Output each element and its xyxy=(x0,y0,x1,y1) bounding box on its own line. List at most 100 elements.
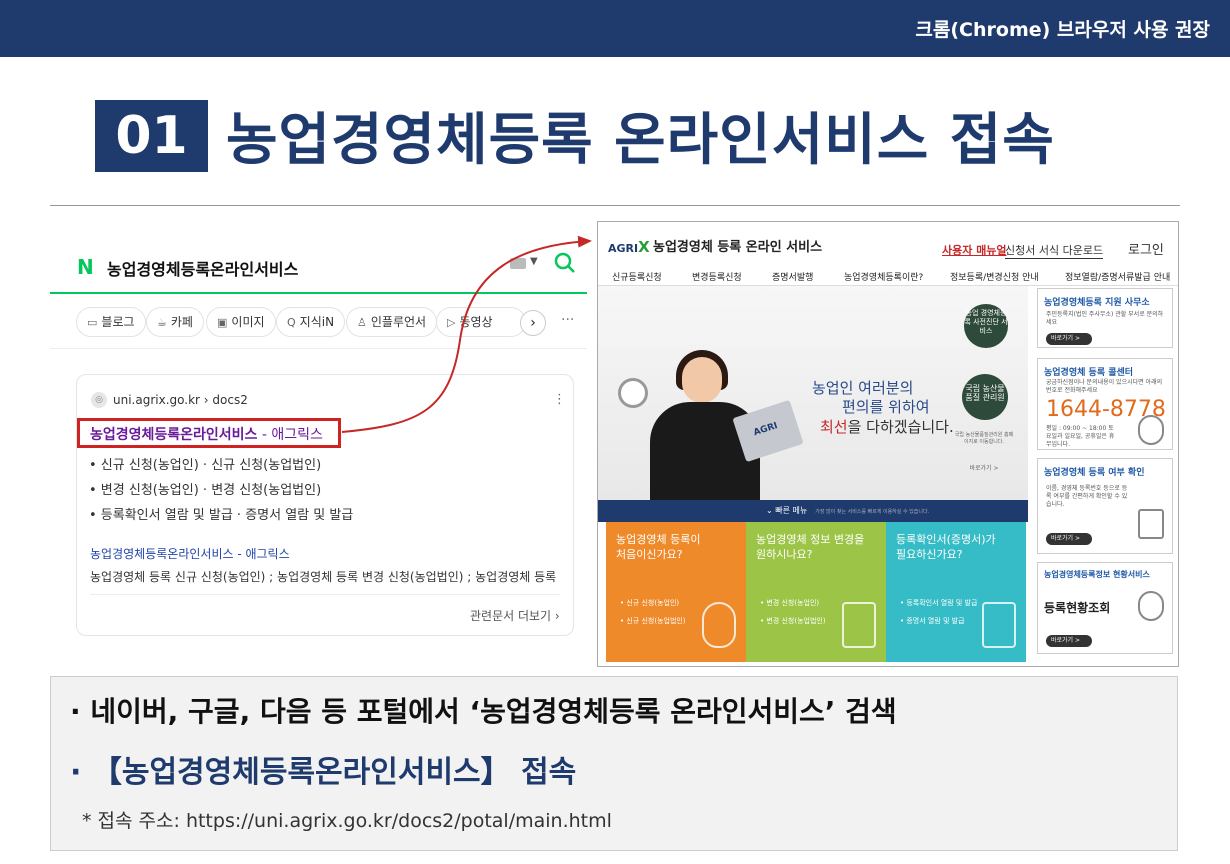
slogan-rest: 을 다하겠습니다. xyxy=(847,418,954,436)
laptop-logo: AGRI xyxy=(752,421,780,439)
top-banner: 크롬(Chrome) 브라우저 사용 권장 xyxy=(0,0,1230,57)
quick-panel-new[interactable]: 농업경영체 등록이 처음이신가요? • 신규 신청(농업인) • 신규 신청(농… xyxy=(606,522,746,662)
divider xyxy=(50,205,1180,206)
support-office-box: 농업경영체등록 지원 사무소 주민등록지(법인 주사무소) 관할 부서로 문의하… xyxy=(1037,288,1173,348)
hero-person-face xyxy=(682,357,722,403)
agrix-website: AGRIX 농업경영체 등록 온라인 서비스 사용자 매뉴얼 신청서 서식 다운… xyxy=(597,221,1179,667)
result-url[interactable]: uni.agrix.go.kr › docs2 xyxy=(113,393,248,407)
go-button[interactable]: 바로가기 > xyxy=(1046,333,1092,345)
tab-images[interactable]: ▣ 이미지 xyxy=(206,307,276,337)
site-name[interactable]: 농업경영체 등록 온라인 서비스 xyxy=(653,236,822,255)
panel-link[interactable]: • 신규 신청(농업인) xyxy=(620,598,679,608)
search-underline xyxy=(50,292,587,294)
tab-video[interactable]: ▷ 동영상 xyxy=(436,307,526,337)
panel-heading: 필요하신가요? xyxy=(896,548,963,561)
panel-link[interactable]: • 신규 신청(농업법인) xyxy=(620,616,686,626)
quick-menu-desc: 가장 많이 찾는 서비스를 빠르게 이용하실 수 있습니다. xyxy=(815,509,930,515)
support-office-desc: 주민등록지(법인 주사무소) 관할 부서로 문의하세요 xyxy=(1046,311,1164,326)
tab-cafe[interactable]: ☕ 카페 xyxy=(146,307,204,337)
document-check-icon xyxy=(1138,509,1164,539)
agrix-logo-x: X xyxy=(638,238,650,256)
clock-icon xyxy=(618,378,648,408)
play-icon: ▷ xyxy=(447,316,456,329)
step-number: 01 xyxy=(95,100,208,172)
menu-item[interactable]: 변경등록신청 xyxy=(692,270,742,283)
slogan: 편의를 위하여 xyxy=(842,398,930,416)
search-icon[interactable] xyxy=(554,252,576,280)
keyboard-icon[interactable] xyxy=(510,258,526,269)
chevron-down-icon[interactable]: ▼ xyxy=(530,256,538,267)
tab-kin[interactable]: Q 지식iN xyxy=(276,307,346,337)
image-icon: ▣ xyxy=(217,316,228,329)
agrix-logo[interactable]: AGRIX xyxy=(608,238,650,256)
instruction-search: · 네이버, 구글, 다음 등 포털에서 ‘농업경영체등록 온라인서비스’ 검색 xyxy=(70,695,897,728)
q-icon: Q xyxy=(287,316,296,329)
tab-label: 동영상 xyxy=(459,315,493,329)
quick-panel-change[interactable]: 농업경영체 정보 변경을 원하시나요? • 변경 신청(농업인) • 변경 신청… xyxy=(746,522,886,662)
user-manual-link[interactable]: 사용자 매뉴얼 xyxy=(942,242,1007,258)
next-tabs-button[interactable]: › xyxy=(520,310,546,336)
related-result-title[interactable]: 농업경영체등록온라인서비스 - 애그릭스 xyxy=(90,545,290,562)
slogan-highlight: 최선 xyxy=(820,418,848,436)
agrix-logo-text: AGRI xyxy=(608,242,639,255)
menu-item[interactable]: 신규등록신청 xyxy=(612,270,662,283)
quick-menu-bar: ⌄ 빠른 메뉴 가장 많이 찾는 서비스를 빠르게 이용하실 수 있습니다. xyxy=(598,500,1028,522)
tab-blog[interactable]: ▭ 블로그 xyxy=(76,307,146,337)
blog-icon: ▭ xyxy=(87,316,98,329)
naqs-more-link[interactable]: 바로가기 > xyxy=(954,465,1014,472)
highlight-box xyxy=(77,418,341,448)
more-icon[interactable]: ··· xyxy=(561,312,574,328)
panel-link[interactable]: • 변경 신청(농업인) xyxy=(760,598,819,608)
kebab-menu-icon[interactable]: ⋮ xyxy=(553,392,566,407)
quick-menu-title: 빠른 메뉴 xyxy=(775,506,808,515)
support-office-title: 농업경영체등록 지원 사무소 xyxy=(1044,298,1150,308)
pre-diagnosis-button[interactable]: 농업 경영체등록 사전진단 서비스 xyxy=(964,304,1008,348)
go-button[interactable]: 바로가기 > xyxy=(1046,635,1092,647)
panel-heading: 원하시나요? xyxy=(756,548,813,561)
panel-link[interactable]: • 변경 신청(농업법인) xyxy=(760,616,826,626)
access-address: * 접속 주소: https://uni.agrix.go.kr/docs2/p… xyxy=(82,810,612,832)
tab-label: 블로그 xyxy=(101,315,135,329)
search-query[interactable]: 농업경영체등록온라인서비스 xyxy=(107,256,298,280)
related-docs-link[interactable]: 관련문서 더보기 › xyxy=(470,607,560,624)
panel-link[interactable]: • 증명서 열람 및 발급 xyxy=(900,616,965,626)
instruction-access: · 【농업경영체등록온라인서비스】 접속 xyxy=(70,755,577,790)
result-sitelink[interactable]: • 신규 신청(농업인) · 신규 신청(농업법인) xyxy=(89,454,321,473)
tab-influencer[interactable]: ♙ 인플루언서 xyxy=(346,307,438,337)
panel-link[interactable]: • 등록확인서 열람 및 발급 xyxy=(900,598,977,608)
tab-label: 인플루언서 xyxy=(370,315,427,329)
menu-item[interactable]: 농업경영체등록이란? xyxy=(844,270,923,283)
go-button[interactable]: 바로가기 > xyxy=(1046,533,1092,545)
login-link[interactable]: 로그인 xyxy=(1128,239,1164,258)
divider xyxy=(90,594,560,595)
tab-label: 지식iN xyxy=(299,315,335,329)
result-sitelink[interactable]: • 변경 신청(농업인) · 변경 신청(농업법인) xyxy=(89,479,321,498)
globe-icon: ◎ xyxy=(91,392,107,408)
slogan: 최선을 다하겠습니다. xyxy=(820,416,954,437)
naqs-note: 국립 농산물품질관리원 홈페이지로 이동합니다. xyxy=(954,432,1014,445)
mouse-icon xyxy=(702,602,736,648)
status-lookup-label[interactable]: 등록현황조회 xyxy=(1044,599,1110,616)
call-center-box: 농업경영체 등록 콜센터 궁금하신점이나 문의내용이 있으시다면 아래의 번호로… xyxy=(1037,358,1173,450)
person-icon: ♙ xyxy=(357,316,367,329)
page-title: 농업경영체등록 온라인서비스 접속 xyxy=(226,108,1055,173)
slogan: 농업인 여러분의 xyxy=(812,379,914,397)
panel-heading: 농업경영체 정보 변경을 xyxy=(756,533,865,546)
forms-download-link[interactable]: 신청서 서식 다운로드 xyxy=(1005,242,1104,259)
call-center-desc: 궁금하신점이나 문의내용이 있으시다면 아래의 번호로 전화해주세요 xyxy=(1046,379,1163,394)
menu-item[interactable]: 정보등록/변경신청 안내 xyxy=(950,270,1039,283)
status-service-title: 농업경영체등록정보 현황서비스 xyxy=(1044,570,1150,579)
quick-panel-certificate[interactable]: 등록확인서(증명서)가 필요하신가요? • 등록확인서 열람 및 발급 • 증명… xyxy=(886,522,1026,662)
menu-item[interactable]: 정보열람/증명서류발급 안내 xyxy=(1065,270,1170,283)
naver-logo[interactable]: N xyxy=(77,255,94,279)
result-sitelink[interactable]: • 등록확인서 열람 및 발급 · 증명서 열람 및 발급 xyxy=(89,504,353,523)
panel-heading: 농업경영체 등록이 xyxy=(616,533,701,546)
cafe-icon: ☕ xyxy=(157,316,167,329)
divider xyxy=(50,348,587,349)
panel-heading: 처음이신가요? xyxy=(616,548,683,561)
menu-item[interactable]: 증명서발행 xyxy=(772,270,813,283)
status-service-box: 농업경영체등록정보 현황서비스 등록현황조회 바로가기 > xyxy=(1037,562,1173,654)
related-result-desc: 농업경영체 등록 신규 신청(농업인) ; 농업경영체 등록 변경 신청(농업법… xyxy=(90,570,560,584)
naqs-button[interactable]: 국립 농산물품질 관리원 xyxy=(962,374,1008,420)
panel-heading: 등록확인서(증명서)가 xyxy=(896,533,996,546)
